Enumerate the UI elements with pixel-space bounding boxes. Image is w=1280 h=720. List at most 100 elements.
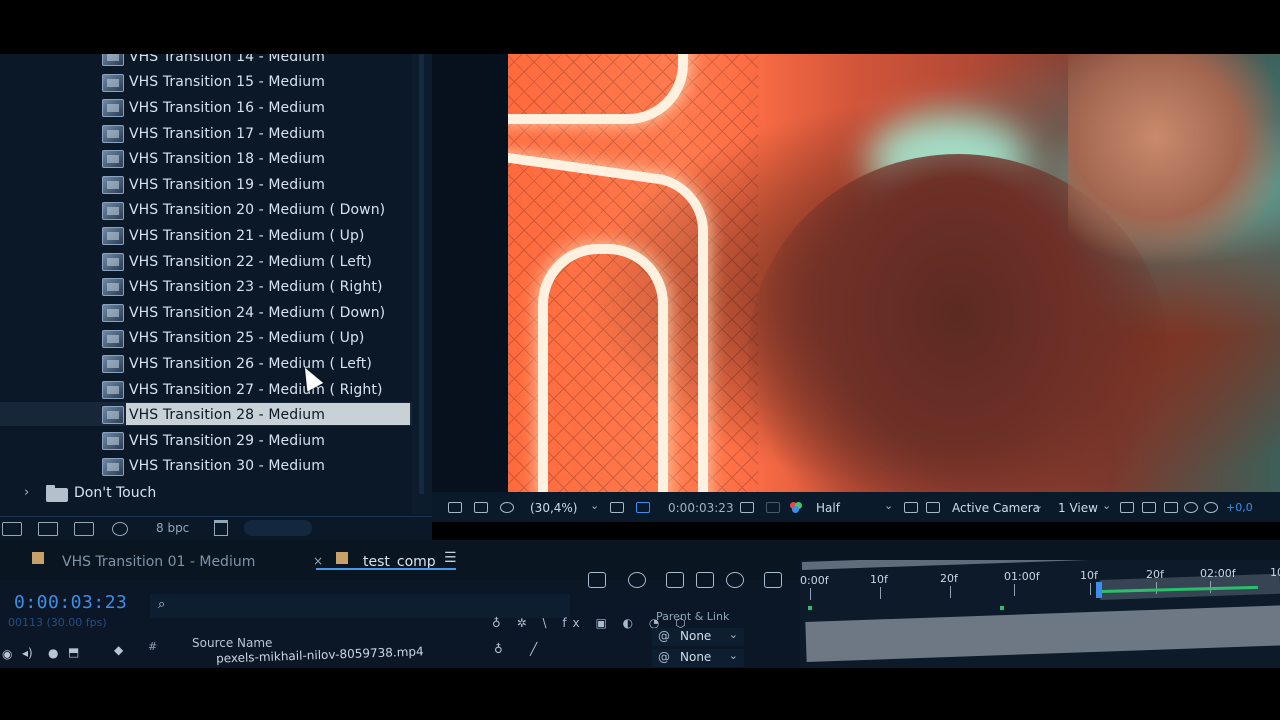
camera-snapshot-icon[interactable] <box>740 502 754 513</box>
chevron-down-icon: ⌄ <box>728 628 738 641</box>
ruler-tick-label: 10f <box>870 572 888 586</box>
graph-editor-icon[interactable] <box>764 572 782 588</box>
project-item-label: VHS Transition 18 - Medium <box>129 151 325 168</box>
project-item[interactable]: VHS Transition 27 - Medium ( Right) <box>0 377 432 403</box>
comp-mini-flowchart-icon[interactable] <box>588 572 606 588</box>
label-tag-icon[interactable]: ◆ <box>114 643 123 657</box>
parent-value: None <box>680 629 712 643</box>
shy-switch-icon[interactable]: ♁ <box>494 642 503 656</box>
show-snapshot-icon[interactable] <box>766 502 780 513</box>
scroll-track[interactable] <box>419 54 424 494</box>
timeline-ruler[interactable]: 0:00f 10f 20f 01:00f 10f 20f 02:00f 10 <box>800 560 1280 668</box>
project-item[interactable]: VHS Transition 26 - Medium ( Left) <box>0 351 432 377</box>
project-item[interactable]: VHS Transition 19 - Medium <box>0 172 432 198</box>
project-item[interactable]: VHS Transition 23 - Medium ( Right) <box>0 274 432 300</box>
frame-blending-icon[interactable] <box>696 572 714 588</box>
project-scrollbar[interactable] <box>412 54 432 514</box>
always-preview-icon[interactable] <box>448 502 462 513</box>
flowchart-icon[interactable] <box>1184 502 1198 513</box>
zoom-level[interactable]: (30,4%) <box>530 501 577 515</box>
project-footer: 8 bpc <box>0 516 432 540</box>
project-item-selected[interactable]: VHS Transition 28 - Medium <box>0 402 432 428</box>
project-item[interactable]: VHS Transition 25 - Medium ( Up) <box>0 326 432 352</box>
pick-whip-icon[interactable]: @ <box>658 650 670 664</box>
folder-label: Don't Touch <box>74 485 157 501</box>
solo-icon[interactable]: ● <box>48 646 58 660</box>
composition-icon <box>102 406 124 425</box>
quality-switch-icon[interactable]: ╱ <box>530 642 537 656</box>
bit-depth-button[interactable]: 8 bpc <box>156 521 189 535</box>
close-icon[interactable]: × <box>313 554 323 568</box>
safe-zones-icon[interactable] <box>610 502 624 513</box>
composition-icon <box>102 278 124 297</box>
timeline-icon[interactable] <box>1164 502 1178 513</box>
new-composition-icon[interactable] <box>74 522 94 536</box>
interpret-footage-icon[interactable] <box>2 522 22 536</box>
trash-icon[interactable] <box>214 520 228 536</box>
chevron-right-icon[interactable]: › <box>24 485 29 500</box>
lock-icon[interactable]: ⬒ <box>68 645 79 659</box>
camera-select[interactable]: Active Camera <box>952 501 1040 515</box>
project-item-label: VHS Transition 22 - Medium ( Left) <box>129 253 372 270</box>
pick-whip-icon[interactable]: @ <box>658 629 670 643</box>
frame-rate-info: 00113 (30.00 fps) <box>8 616 107 629</box>
region-of-interest-icon[interactable] <box>636 502 650 513</box>
project-item[interactable]: VHS Transition 18 - Medium <box>0 146 432 172</box>
project-item-label: VHS Transition 14 - Medium <box>129 54 325 65</box>
project-item[interactable]: VHS Transition 29 - Medium <box>0 428 432 454</box>
mask-icon[interactable] <box>500 502 514 513</box>
audio-icon[interactable]: ◂) <box>22 646 33 660</box>
project-item-label: VHS Transition 19 - Medium <box>129 176 325 193</box>
composition-icon <box>102 175 124 194</box>
shy-layers-icon[interactable] <box>666 572 684 588</box>
layer-search-input[interactable]: ⌕ <box>150 594 570 618</box>
project-item[interactable]: VHS Transition 16 - Medium <box>0 95 432 121</box>
menu-icon[interactable]: ☰ <box>444 550 457 566</box>
composition-icon <box>102 73 124 92</box>
toggle-pixel-aspect-icon[interactable] <box>1120 502 1134 513</box>
project-item[interactable]: VHS Transition 20 - Medium ( Down) <box>0 198 432 224</box>
cache-marker <box>808 606 812 610</box>
draft-3d-icon[interactable] <box>628 572 646 588</box>
project-item[interactable]: VHS Transition 17 - Medium <box>0 121 432 147</box>
project-item[interactable]: VHS Transition 14 - Medium <box>0 54 432 70</box>
project-settings-icon[interactable] <box>112 522 128 536</box>
project-item[interactable]: VHS Transition 21 - Medium ( Up) <box>0 223 432 249</box>
new-folder-icon[interactable] <box>38 522 58 536</box>
project-item[interactable]: VHS Transition 22 - Medium ( Left) <box>0 249 432 275</box>
view-layout-select[interactable]: 1 View <box>1058 501 1098 515</box>
eye-icon[interactable]: ◉ <box>2 647 12 661</box>
composition-icon <box>102 99 124 118</box>
tab-vhs-transition-01[interactable]: VHS Transition 01 - Medium <box>62 554 255 570</box>
project-item[interactable]: VHS Transition 24 - Medium ( Down) <box>0 300 432 326</box>
resolution-select[interactable]: Half <box>816 501 840 515</box>
project-item-label: VHS Transition 29 - Medium <box>129 432 325 449</box>
current-time-display[interactable]: 0:00:03:23 <box>14 592 127 613</box>
parent-link-select[interactable]: @ None ⌄ <box>652 649 744 667</box>
monitor-icon[interactable] <box>474 502 488 513</box>
project-item-label: VHS Transition 28 - Medium <box>129 407 325 424</box>
folder-dont-touch[interactable]: › Don't Touch <box>0 482 432 506</box>
motion-blur-icon[interactable] <box>726 572 744 588</box>
fast-previews-icon[interactable] <box>1142 502 1156 513</box>
project-item[interactable]: VHS Transition 30 - Medium <box>0 454 432 480</box>
parent-link-select[interactable]: @ None ⌄ <box>652 628 744 646</box>
chevron-down-icon[interactable]: ⌄ <box>1102 499 1111 512</box>
project-footer-slider[interactable] <box>244 520 312 536</box>
composition-icon <box>102 457 124 476</box>
transparency-grid-icon[interactable] <box>926 502 940 513</box>
reset-exposure-icon[interactable] <box>1204 502 1218 513</box>
chevron-down-icon[interactable]: ⌄ <box>1034 499 1043 512</box>
ruler-tick-label: 20f <box>1146 568 1164 581</box>
chevron-down-icon[interactable]: ⌄ <box>590 499 599 512</box>
viewer-timecode[interactable]: 0:00:03:23 <box>668 501 734 515</box>
source-name-header[interactable]: Source Name <box>192 636 272 650</box>
layer-duration-bar[interactable] <box>805 605 1280 662</box>
chevron-down-icon[interactable]: ⌄ <box>884 499 893 512</box>
ruler-tick-mark <box>810 588 811 600</box>
composition-viewer[interactable] <box>508 54 1280 492</box>
target-region-icon[interactable] <box>904 502 918 513</box>
channels-icon[interactable] <box>790 502 804 514</box>
project-item[interactable]: VHS Transition 15 - Medium <box>0 70 432 96</box>
exposure-value[interactable]: +0,0 <box>1226 501 1253 514</box>
